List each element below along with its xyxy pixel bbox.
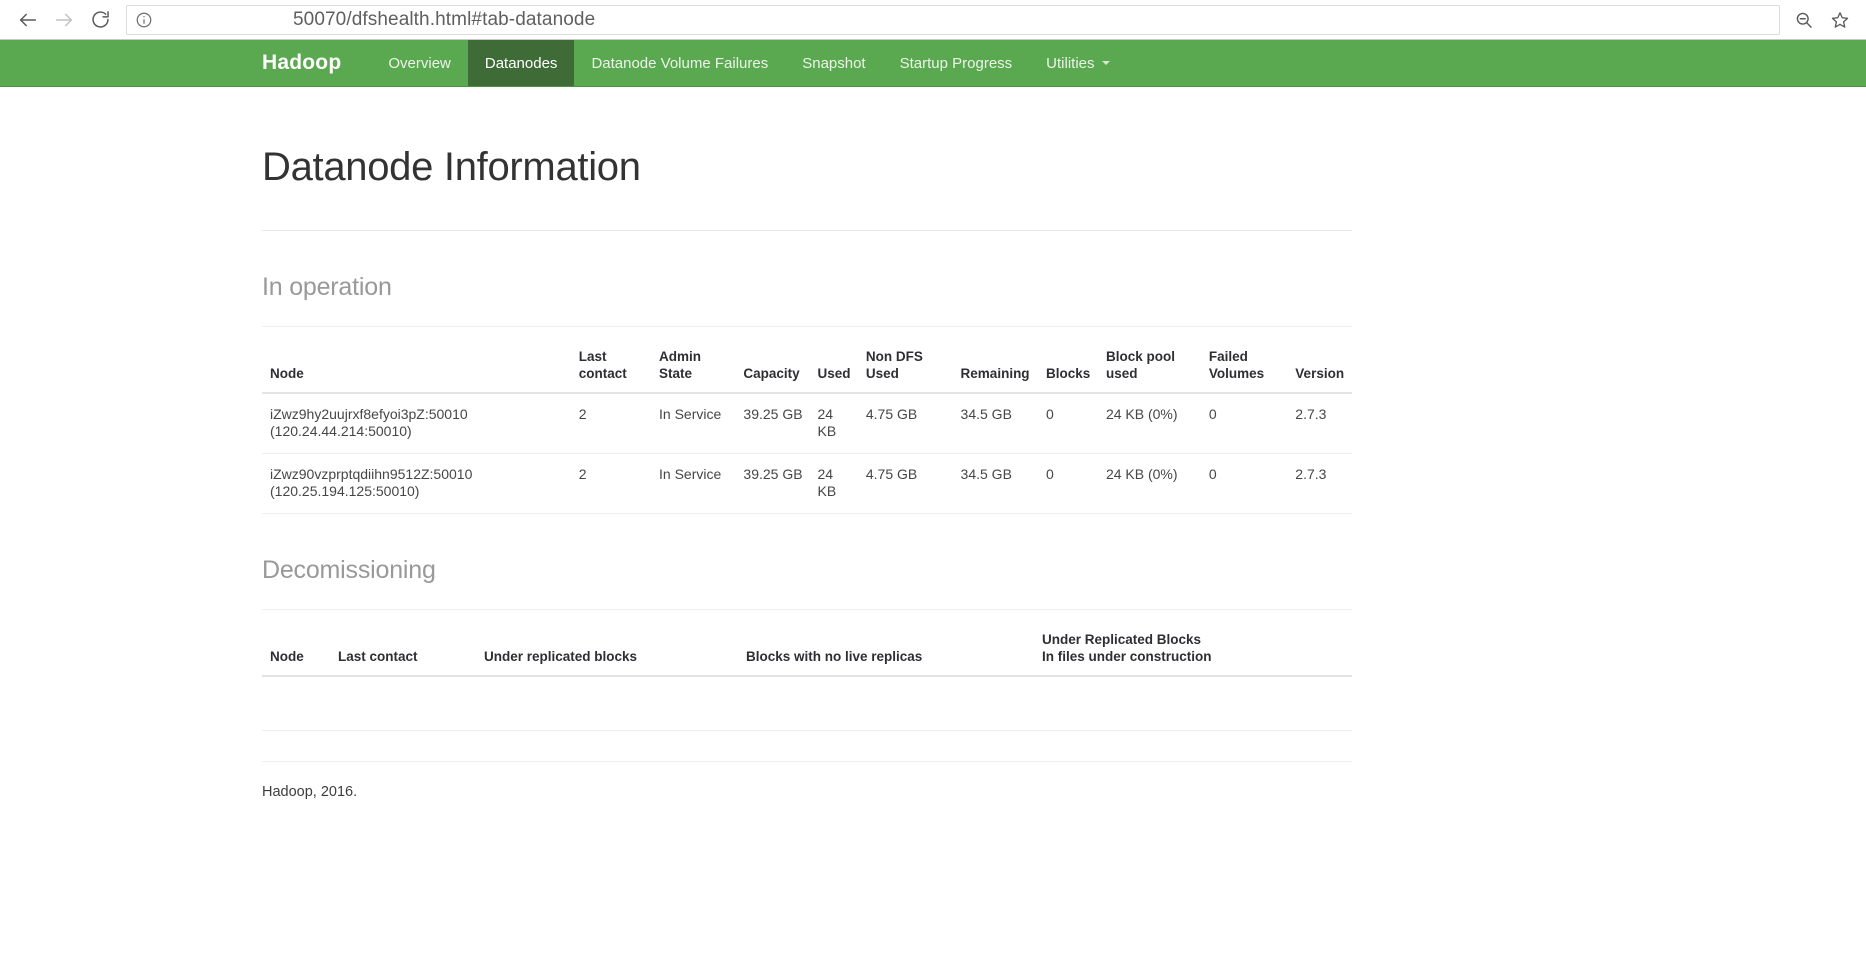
footer-divider — [262, 760, 1352, 762]
decommissioning-divider — [262, 609, 1352, 611]
cell-blocks: 0 — [1037, 453, 1098, 515]
reload-icon — [90, 9, 111, 30]
star-icon — [1830, 10, 1850, 30]
in-operation-table-body: iZwz9hy2uujrxf8efyoi3pZ:50010 (120.24.44… — [262, 392, 1352, 515]
browser-actions — [1788, 4, 1856, 36]
forward-button[interactable] — [46, 2, 82, 38]
cell-blocks: 0 — [1037, 392, 1098, 454]
col-header-dec-node[interactable]: Node — [262, 624, 330, 677]
content-container: Datanode Information In operation Node L… — [262, 145, 1352, 800]
chevron-down-icon — [1101, 61, 1110, 65]
section-title-decommissioning: Decomissioning — [262, 556, 436, 585]
cell-empty — [1034, 675, 1352, 731]
nav-item-datanode-volume-failures[interactable]: Datanode Volume Failures — [574, 40, 785, 86]
brand-hadoop[interactable]: Hadoop — [262, 40, 357, 86]
arrow-left-icon — [17, 9, 39, 31]
col-header-used[interactable]: Used — [809, 341, 858, 394]
cell-capacity: 39.25 GB — [735, 453, 810, 515]
table-header-row: Node Last contact Under replicated block… — [262, 624, 1352, 677]
cell-block-pool-used: 24 KB (0%) — [1097, 453, 1201, 515]
table-row[interactable]: iZwz90vzprptqdiihn9512Z:50010 (120.25.19… — [262, 453, 1352, 515]
col-header-non-dfs-used[interactable]: Non DFS Used — [857, 341, 953, 394]
info-circle-icon[interactable] — [135, 11, 153, 29]
bookmark-button[interactable] — [1824, 4, 1856, 36]
cell-last-contact: 2 — [570, 453, 652, 515]
title-divider — [262, 230, 1352, 231]
col-header-last-contact[interactable]: Last contact — [570, 341, 652, 394]
cell-version: 2.7.3 — [1287, 453, 1352, 515]
browser-toolbar: 50070/dfshealth.html#tab-datanode — [0, 0, 1866, 40]
col-header-version[interactable]: Version — [1287, 341, 1352, 394]
page-title: Datanode Information — [262, 145, 641, 189]
nav-item-overview[interactable]: Overview — [371, 40, 468, 86]
cell-capacity: 39.25 GB — [735, 392, 810, 454]
cell-used: 24 KB — [809, 392, 858, 454]
back-button[interactable] — [10, 2, 46, 38]
cell-admin-state: In Service — [651, 453, 736, 515]
col-header-dec-last-contact[interactable]: Last contact — [330, 624, 476, 677]
col-header-capacity[interactable]: Capacity — [735, 341, 810, 394]
cell-failed-volumes: 0 — [1200, 392, 1288, 454]
nav-label-utilities: Utilities — [1046, 54, 1095, 72]
in-operation-table-head: Node Last contact Admin State Capacity Use… — [262, 341, 1352, 394]
table-header-row: Node Last contact Admin State Capacity Use… — [262, 341, 1352, 394]
nav-item-utilities[interactable]: Utilities — [1029, 40, 1126, 86]
col-header-failed-volumes[interactable]: Failed Volumes — [1200, 341, 1288, 394]
nav-label-datanode-volume-failures: Datanode Volume Failures — [591, 54, 769, 72]
col-header-dec-blocks-no-live-replicas[interactable]: Blocks with no live replicas — [738, 624, 1034, 677]
col-header-admin-state[interactable]: Admin State — [651, 341, 736, 394]
col-header-dec-uc-line1: Under Replicated Blocks — [1042, 632, 1202, 648]
col-header-remaining[interactable]: Remaining — [952, 341, 1038, 394]
col-header-dec-uc-line2: In files under construction — [1042, 648, 1212, 664]
col-header-dec-under-replicated-in-uc[interactable]: Under Replicated Blocks In files under c… — [1034, 624, 1352, 677]
col-header-blocks[interactable]: Blocks — [1037, 341, 1098, 394]
cell-empty — [738, 675, 1034, 731]
cell-last-contact: 2 — [570, 392, 652, 454]
nav-item-startup-progress[interactable]: Startup Progress — [883, 40, 1030, 86]
cell-node[interactable]: iZwz9hy2uujrxf8efyoi3pZ:50010 (120.24.44… — [262, 392, 571, 454]
decommissioning-table: Node Last contact Under replicated block… — [262, 624, 1352, 731]
cell-remaining: 34.5 GB — [952, 453, 1038, 515]
nav-label-snapshot: Snapshot — [802, 54, 866, 72]
col-header-node[interactable]: Node — [262, 341, 571, 394]
cell-block-pool-used: 24 KB (0%) — [1097, 392, 1201, 454]
col-header-dec-under-replicated-blocks[interactable]: Under replicated blocks — [476, 624, 738, 677]
table-empty-row — [262, 675, 1352, 731]
nav-label-startup-progress: Startup Progress — [899, 54, 1013, 72]
cell-empty — [330, 675, 476, 731]
nav-label-overview: Overview — [388, 54, 451, 72]
nav-item-snapshot[interactable]: Snapshot — [785, 40, 882, 86]
reload-button[interactable] — [82, 2, 118, 38]
cell-remaining: 34.5 GB — [952, 392, 1038, 454]
url-text[interactable]: 50070/dfshealth.html#tab-datanode — [293, 9, 595, 31]
nav-item-datanodes[interactable]: Datanodes — [467, 40, 575, 86]
decommissioning-table-head: Node Last contact Under replicated block… — [262, 624, 1352, 677]
arrow-right-icon — [53, 9, 75, 31]
cell-failed-volumes: 0 — [1200, 453, 1288, 515]
cell-admin-state: In Service — [651, 392, 736, 454]
section-title-in-operation: In operation — [262, 273, 392, 301]
nav-label-datanodes: Datanodes — [484, 54, 558, 72]
page-body: Datanode Information In operation Node L… — [0, 145, 1866, 966]
decommissioning-table-body — [262, 675, 1352, 731]
cell-non-dfs-used: 4.75 GB — [857, 453, 953, 515]
zoom-out-icon — [1794, 10, 1814, 30]
zoom-out-button[interactable] — [1788, 4, 1820, 36]
in-operation-table: Node Last contact Admin State Capacity Use… — [262, 341, 1352, 515]
table-row[interactable]: iZwz9hy2uujrxf8efyoi3pZ:50010 (120.24.44… — [262, 392, 1352, 454]
cell-empty — [476, 675, 738, 731]
cell-non-dfs-used: 4.75 GB — [857, 392, 953, 454]
in-operation-divider — [262, 326, 1352, 327]
col-header-block-pool-used[interactable]: Block pool used — [1097, 341, 1201, 394]
hadoop-navbar: Hadoop Overview Datanodes Datanode Volum… — [0, 40, 1866, 87]
cell-version: 2.7.3 — [1287, 392, 1352, 454]
cell-node[interactable]: iZwz90vzprptqdiihn9512Z:50010 (120.25.19… — [262, 453, 571, 515]
footer-text: Hadoop, 2016. — [262, 783, 358, 800]
url-bar[interactable]: 50070/dfshealth.html#tab-datanode — [126, 4, 1780, 35]
cell-used: 24 KB — [809, 453, 858, 515]
cell-empty — [262, 675, 330, 731]
